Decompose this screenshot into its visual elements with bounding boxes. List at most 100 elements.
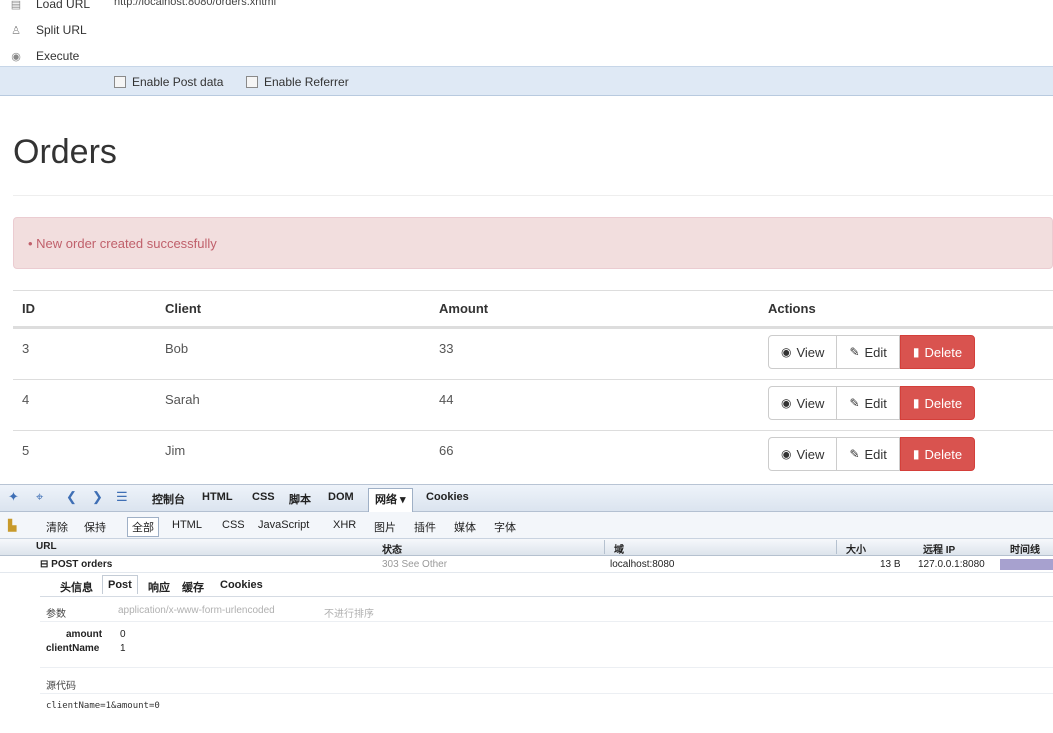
col-timeline[interactable]: 时间线 xyxy=(1010,541,1040,556)
tab-cookies[interactable]: Cookies xyxy=(426,491,469,503)
filter-plugins[interactable]: 插件 xyxy=(414,519,436,535)
hackbar-actions: ▤ Load URL ♙ Split URL ◉ Execute xyxy=(0,0,108,68)
net-column-headers: URL 状态 域 大小 远程 IP 时间线 xyxy=(0,539,1053,556)
edit-label: Edit xyxy=(864,395,887,411)
load-url-icon: ▤ xyxy=(10,0,22,11)
order-id: 3 xyxy=(22,341,30,356)
col-domain[interactable]: 域 xyxy=(614,541,624,556)
source-label: 源代码 xyxy=(46,681,76,692)
enable-post-checkbox[interactable]: Enable Post data xyxy=(114,75,223,89)
split-url-icon: ♙ xyxy=(11,24,21,37)
delete-button[interactable]: ▮ Delete xyxy=(899,437,976,471)
col-url[interactable]: URL xyxy=(36,541,57,552)
param-name: amount xyxy=(66,629,103,640)
param-name: clientName xyxy=(46,643,100,654)
delete-label: Delete xyxy=(924,446,963,462)
load-url-label: Load URL xyxy=(36,0,91,11)
row-actions: ◉ View ✎ Edit ▮ Delete xyxy=(768,335,976,369)
eye-icon: ◉ xyxy=(781,345,792,359)
execute-label: Execute xyxy=(36,49,80,63)
no-sort-link[interactable]: 不进行排序 xyxy=(324,605,374,620)
filter-html[interactable]: HTML xyxy=(172,519,202,531)
col-size[interactable]: 大小 xyxy=(846,541,866,556)
checkbox-box[interactable] xyxy=(114,76,126,88)
net-request-row[interactable]: ⊟ POST orders 303 See Other localhost:80… xyxy=(0,556,1053,573)
enable-referrer-checkbox[interactable]: Enable Referrer xyxy=(246,75,349,89)
back-icon[interactable]: ❮ xyxy=(66,489,77,505)
net-filter-bar: ▙ 清除 保持 全部 HTML CSS JavaScript XHR 图片 插件… xyxy=(0,512,1053,539)
view-button[interactable]: ◉ View xyxy=(768,335,838,369)
filter-fonts[interactable]: 字体 xyxy=(494,519,516,535)
split-url-label: Split URL xyxy=(36,23,87,37)
view-label: View xyxy=(796,395,825,411)
edit-button[interactable]: ✎ Edit xyxy=(837,386,900,420)
view-label: View xyxy=(796,446,825,462)
tab-response[interactable]: 响应 xyxy=(148,579,170,595)
tab-detail-cookies[interactable]: Cookies xyxy=(220,579,263,591)
delete-button[interactable]: ▮ Delete xyxy=(899,386,976,420)
firebug-panel: ✦ ⌖ ❮ ❯ ☰ 控制台 HTML CSS 脚本 DOM 网络 ▾ Cooki… xyxy=(0,484,1053,733)
split-url-button[interactable]: ♙ Split URL xyxy=(8,20,87,40)
tab-script[interactable]: 脚本 xyxy=(289,491,311,507)
tab-post[interactable]: Post xyxy=(102,575,138,594)
edit-button[interactable]: ✎ Edit xyxy=(837,437,900,471)
filter-xhr[interactable]: XHR xyxy=(333,519,356,531)
trash-icon: ▮ xyxy=(912,345,920,359)
load-url-button[interactable]: ▤ Load URL xyxy=(8,0,90,14)
orders-table: ID Client Amount Actions 3 Bob 33 ◉ View … xyxy=(13,290,1053,481)
view-button[interactable]: ◉ View xyxy=(768,386,838,420)
execute-button[interactable]: ◉ Execute xyxy=(8,46,79,66)
request-domain: localhost:8080 xyxy=(610,559,675,570)
col-status[interactable]: 状态 xyxy=(382,541,402,556)
checkbox-box[interactable] xyxy=(246,76,258,88)
request-status: 303 See Other xyxy=(382,559,448,570)
request-remote-ip: 127.0.0.1:8080 xyxy=(918,559,985,570)
filter-javascript[interactable]: JavaScript xyxy=(258,519,309,531)
filter-persist[interactable]: 保持 xyxy=(84,519,106,535)
tab-css[interactable]: CSS xyxy=(252,491,275,503)
param-value: 0 xyxy=(120,629,126,640)
row-actions: ◉ View ✎ Edit ▮ Delete xyxy=(768,386,976,420)
edit-label: Edit xyxy=(864,344,887,360)
forward-icon[interactable]: ❯ xyxy=(92,489,103,505)
view-button[interactable]: ◉ View xyxy=(768,437,838,471)
eye-icon: ◉ xyxy=(781,396,792,410)
tab-net[interactable]: 网络 ▾ xyxy=(368,488,413,512)
firebug-icon[interactable]: ✦ xyxy=(8,489,19,505)
filter-media[interactable]: 媒体 xyxy=(454,519,476,535)
command-line-icon[interactable]: ☰ xyxy=(116,489,128,505)
tab-dom[interactable]: DOM xyxy=(328,491,354,503)
delete-label: Delete xyxy=(924,395,963,411)
request-detail-tabs: 头信息 Post 响应 缓存 Cookies xyxy=(40,573,1053,597)
filter-clear[interactable]: 清除 xyxy=(46,519,68,535)
inspect-icon[interactable]: ⌖ xyxy=(36,489,43,505)
url-textarea[interactable]: http://localhost:8080/orders.xhtml xyxy=(108,0,1053,66)
tab-html[interactable]: HTML xyxy=(202,491,233,503)
title-divider xyxy=(13,195,1053,196)
divider xyxy=(40,667,1053,668)
col-remote-ip[interactable]: 远程 IP xyxy=(923,541,955,556)
table-row: 3 Bob 33 ◉ View ✎ Edit ▮ Delete xyxy=(13,328,1053,379)
edit-button[interactable]: ✎ Edit xyxy=(837,335,900,369)
column-divider xyxy=(604,540,605,554)
filter-all[interactable]: 全部 xyxy=(127,517,159,537)
delete-button[interactable]: ▮ Delete xyxy=(899,335,976,369)
table-row: 5 Jim 66 ◉ View ✎ Edit ▮ Delete xyxy=(13,430,1053,481)
clear-icon[interactable]: ▙ xyxy=(8,519,16,532)
content-type: application/x-www-form-urlencoded xyxy=(118,605,275,616)
divider xyxy=(40,693,1053,694)
filter-images[interactable]: 图片 xyxy=(374,519,396,535)
tab-cache[interactable]: 缓存 xyxy=(182,579,204,595)
column-header-amount: Amount xyxy=(439,301,489,316)
request-url[interactable]: ⊟ POST orders xyxy=(40,559,112,570)
filter-css[interactable]: CSS xyxy=(222,519,245,531)
request-size: 13 B xyxy=(880,559,901,570)
post-detail: 参数 application/x-www-form-urlencoded 不进行… xyxy=(40,597,1053,727)
source-text: clientName=1&amount=0 xyxy=(46,701,160,711)
params-label: 参数 xyxy=(46,609,66,620)
delete-label: Delete xyxy=(924,344,963,360)
hackbar-options: Enable Post data Enable Referrer xyxy=(0,66,1053,96)
timeline-bar xyxy=(1000,559,1053,570)
tab-console[interactable]: 控制台 xyxy=(152,491,185,507)
tab-headers[interactable]: 头信息 xyxy=(60,579,93,595)
